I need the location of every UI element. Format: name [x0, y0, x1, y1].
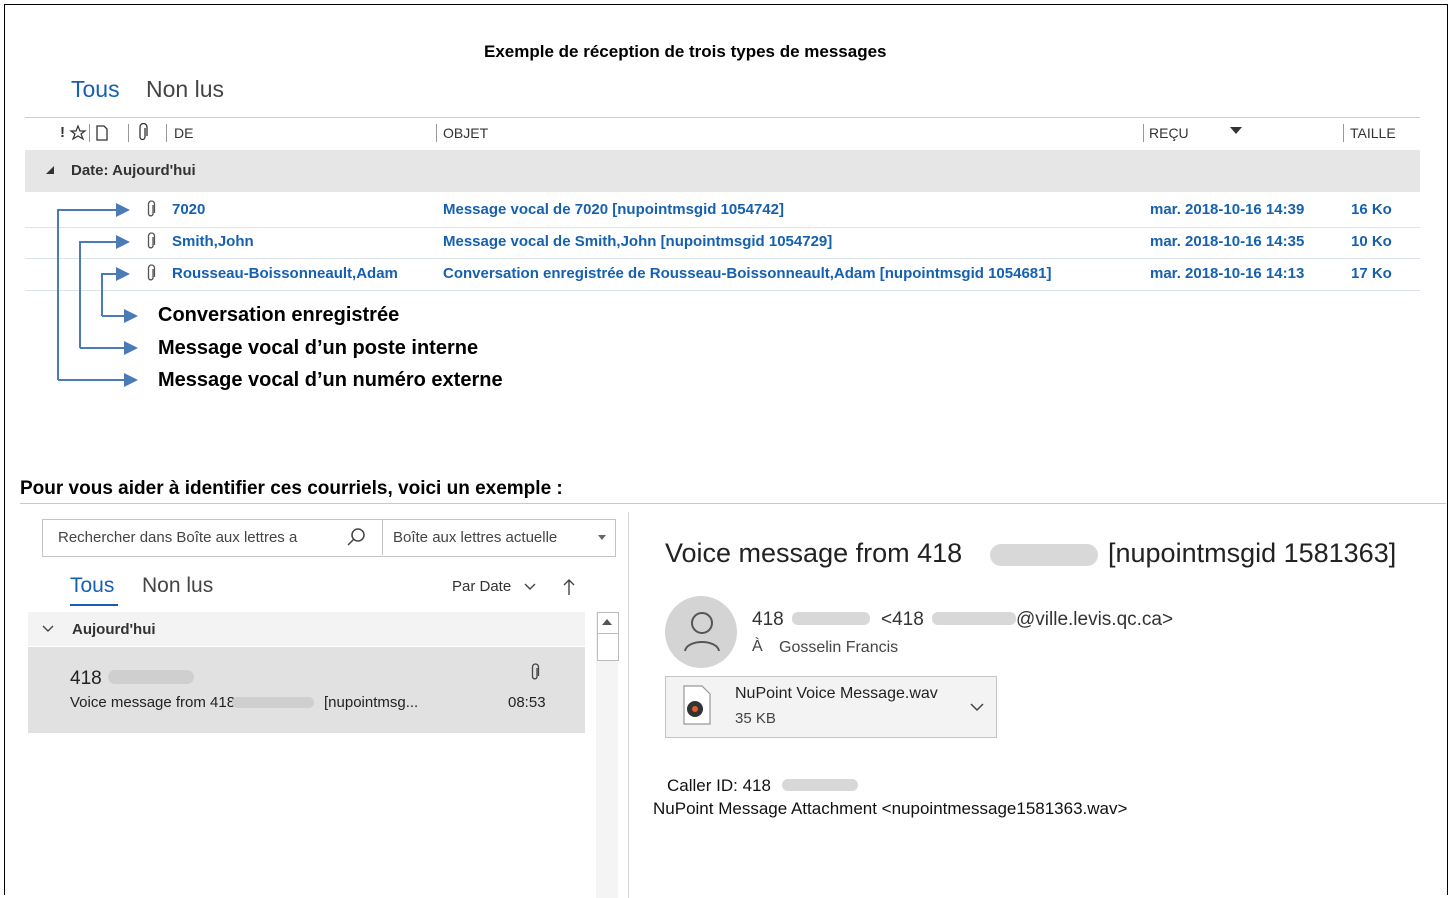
- paperclip-icon: [531, 663, 540, 680]
- redacted-blur: [108, 670, 194, 684]
- message-time: 08:53: [508, 694, 546, 711]
- chevron-up-icon[interactable]: [602, 618, 612, 625]
- chevron-down-icon[interactable]: [598, 535, 606, 541]
- tab-tous[interactable]: Tous: [70, 574, 114, 598]
- scrollbar-thumb[interactable]: [597, 633, 619, 661]
- row-from: Rousseau-Boissonneault,Adam: [172, 265, 398, 282]
- pane-divider: [628, 512, 629, 898]
- redacted-blur: [792, 612, 870, 625]
- redacted-blur: [232, 697, 314, 708]
- column-objet[interactable]: OBJET: [443, 118, 488, 148]
- to-label: À: [752, 638, 763, 655]
- intro-text: Pour vous aider à identifier ces courrie…: [20, 478, 563, 499]
- from-address[interactable]: <418: [881, 609, 924, 631]
- row-received: mar. 2018-10-16 14:39: [1150, 201, 1305, 218]
- attachment-size: 35 KB: [735, 710, 776, 727]
- sort-descending-icon[interactable]: [1230, 127, 1242, 135]
- annotation-recorded-conversation: Conversation enregistrée: [158, 304, 400, 326]
- caption-title: Exemple de réception de trois types de m…: [484, 42, 887, 61]
- search-divider: [382, 520, 383, 555]
- sort-by-date[interactable]: Par Date: [452, 578, 511, 595]
- annotation-internal-voicemail: Message vocal d’un poste interne: [158, 337, 479, 359]
- col-sep: [436, 124, 437, 142]
- message-preview-prefix: Voice message from 418: [70, 694, 236, 711]
- col-sep: [1143, 124, 1144, 142]
- screenshot-border: [20, 503, 1446, 504]
- row-received: mar. 2018-10-16 14:13: [1150, 265, 1305, 282]
- body-caller-id: Caller ID: 418: [667, 776, 771, 795]
- row-size: 16 Ko: [1351, 201, 1392, 218]
- row-divider: [25, 227, 1420, 228]
- message-preview-suffix: [nupointmsg...: [324, 694, 419, 711]
- row-size: 10 Ko: [1351, 233, 1392, 250]
- search-icon[interactable]: [346, 526, 368, 548]
- row-subject: Message vocal de Smith,John [nupointmsgi…: [443, 233, 833, 250]
- redacted-blur: [932, 612, 1016, 625]
- group-today: Aujourd'hui: [72, 621, 156, 638]
- search-input[interactable]: Rechercher dans Boîte aux lettres a: [58, 529, 297, 546]
- row-subject: Conversation enregistrée de Rousseau-Boi…: [443, 265, 1052, 282]
- from-domain: @ville.levis.qc.ca>: [1016, 609, 1174, 630]
- row-size: 17 Ko: [1351, 265, 1392, 282]
- scope-dropdown[interactable]: Boîte aux lettres actuelle: [393, 529, 557, 546]
- to-name[interactable]: Gosselin Francis: [779, 639, 898, 657]
- chevron-down-icon[interactable]: [524, 582, 536, 592]
- attachment-name: NuPoint Voice Message.wav: [735, 685, 938, 702]
- selected-message-item[interactable]: [28, 647, 585, 733]
- col-sep: [1343, 124, 1344, 142]
- date-group-header[interactable]: [25, 150, 1420, 192]
- page-frame: [4, 4, 1448, 895]
- header-top-border: [25, 117, 1420, 118]
- person-icon: [684, 612, 720, 652]
- row-divider: [25, 290, 1420, 291]
- reading-subject-prefix: Voice message from 418: [665, 538, 963, 568]
- row-subject: Message vocal de 7020 [nupointmsgid 1054…: [443, 201, 784, 218]
- reading-subject-suffix: [nupointmsgid 1581363]: [1108, 538, 1397, 568]
- chevron-down-icon[interactable]: [970, 702, 984, 712]
- message-sender: 418: [70, 668, 102, 689]
- audio-file-icon: [683, 685, 711, 725]
- column-taille[interactable]: TAILLE: [1350, 118, 1396, 148]
- redacted-blur: [990, 544, 1098, 566]
- body-attachment-line: NuPoint Message Attachment <nupointmessa…: [653, 799, 1128, 818]
- row-received: mar. 2018-10-16 14:35: [1150, 233, 1305, 250]
- row-divider: [25, 258, 1420, 259]
- sort-arrow-up-icon[interactable]: [563, 578, 575, 596]
- tab-non-lus[interactable]: Non lus: [142, 574, 213, 598]
- from-prefix: 418: [752, 609, 784, 630]
- column-recu[interactable]: REÇU: [1149, 118, 1189, 148]
- chevron-down-icon[interactable]: [42, 624, 54, 634]
- tab-underline: [70, 604, 118, 606]
- redacted-blur: [782, 779, 858, 791]
- annotation-external-voicemail: Message vocal d’un numéro externe: [158, 369, 503, 391]
